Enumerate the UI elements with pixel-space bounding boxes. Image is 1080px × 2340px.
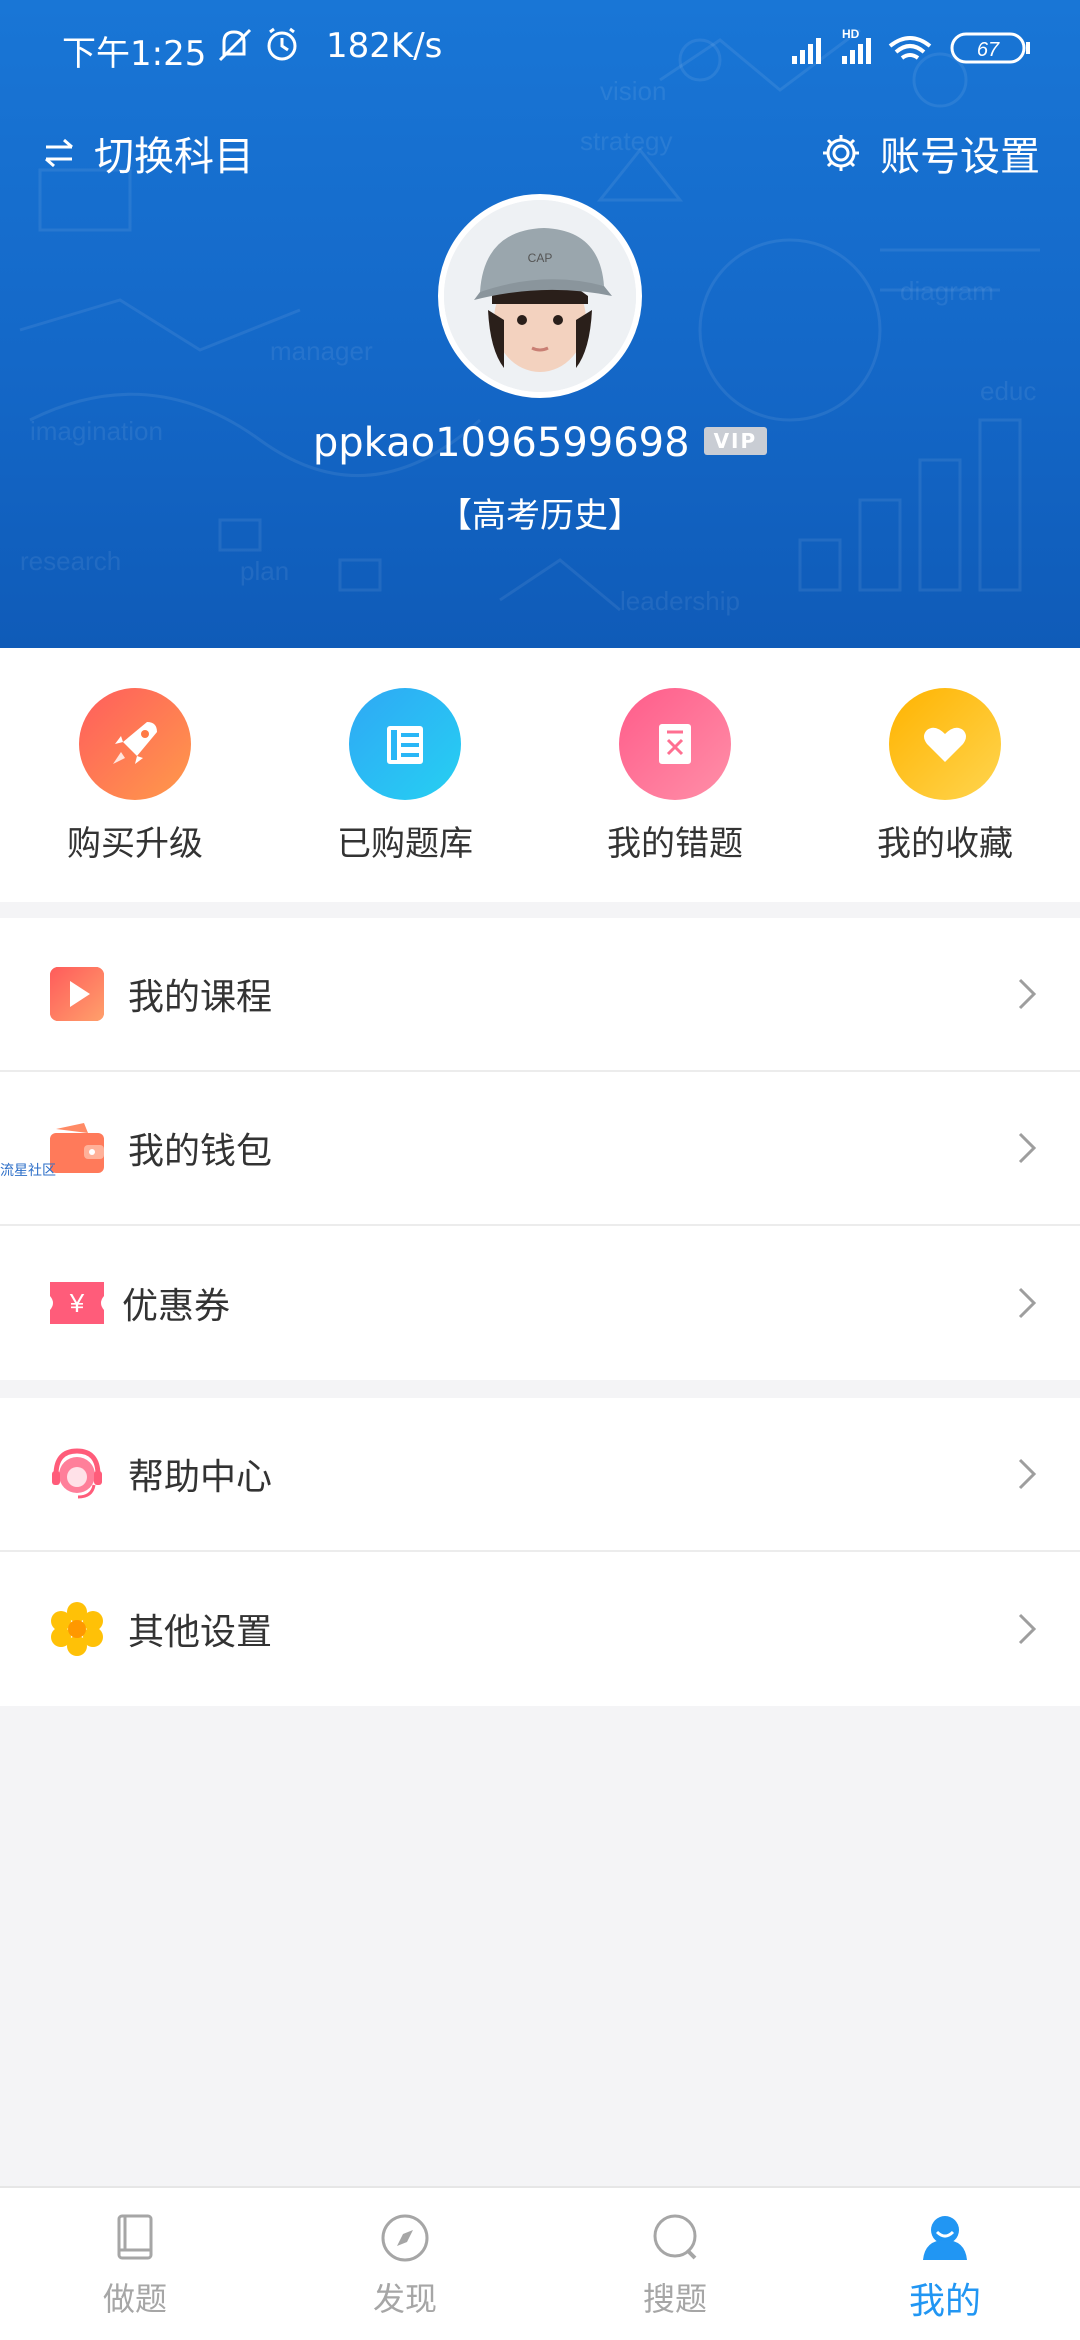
tab-mine[interactable]: 我的 bbox=[810, 2188, 1080, 2340]
menu-item-label: 其他设置 bbox=[128, 1612, 273, 1653]
profile-page: vision imagination manager diagram resea… bbox=[0, 0, 1080, 2340]
menu-item-label: 优惠券 bbox=[122, 1286, 231, 1327]
flower-settings-icon bbox=[51, 1602, 103, 1656]
play-icon bbox=[50, 967, 104, 1021]
chevron-right-icon bbox=[1018, 1613, 1037, 1645]
username-line: ppkao1096599698 VIP bbox=[0, 420, 1080, 466]
status-bar: 下午1:25 182K/s HD 67 bbox=[0, 0, 1080, 96]
avatar[interactable]: CAP bbox=[438, 194, 642, 398]
quick-actions: 购买升级 已购题库 我的错题 我的收藏 bbox=[0, 648, 1080, 902]
heart-icon bbox=[889, 688, 1001, 800]
menu-item-wallet[interactable]: 我的钱包 bbox=[0, 1072, 1080, 1226]
avatar-image: CAP bbox=[444, 200, 636, 392]
swap-arrows-icon bbox=[45, 138, 73, 168]
svg-text:diagram: diagram bbox=[900, 276, 994, 306]
status-icons-left bbox=[216, 26, 306, 75]
switch-subject-button[interactable]: 切换科目 bbox=[44, 118, 254, 188]
tab-search[interactable]: 搜题 bbox=[540, 2188, 810, 2340]
tab-discover[interactable]: 发现 bbox=[270, 2188, 540, 2340]
battery-level: 67 bbox=[977, 39, 1000, 61]
menu-item-coupon[interactable]: ¥ 优惠券 bbox=[0, 1226, 1080, 1380]
tab-label: 搜题 bbox=[642, 2280, 707, 2318]
quick-action-label: 我的收藏 bbox=[877, 824, 1013, 864]
book-list-icon bbox=[349, 688, 461, 800]
svg-text:manager: manager bbox=[270, 336, 373, 366]
menu-item-label: 帮助中心 bbox=[128, 1457, 273, 1498]
account-settings-button[interactable]: 账号设置 bbox=[820, 118, 1040, 188]
username: ppkao1096599698 bbox=[312, 420, 690, 466]
menu-item-my-courses[interactable]: 我的课程 bbox=[0, 918, 1080, 1072]
menu-group-support: 帮助中心 其他设置 bbox=[0, 1398, 1080, 1706]
svg-text:leadership: leadership bbox=[620, 586, 740, 616]
customer-service-icon bbox=[52, 1448, 102, 1499]
quick-action-favorites[interactable]: 我的收藏 bbox=[810, 688, 1080, 865]
status-network-speed: 182K/s bbox=[326, 26, 443, 66]
wallet-icon bbox=[50, 1123, 104, 1173]
rocket-icon bbox=[79, 688, 191, 800]
wrong-question-icon bbox=[619, 688, 731, 800]
quick-action-label: 已购题库 bbox=[337, 824, 473, 864]
vip-badge: VIP bbox=[703, 427, 768, 455]
svg-text:research: research bbox=[20, 546, 121, 576]
tab-practice[interactable]: 做题 bbox=[0, 2188, 270, 2340]
search-icon bbox=[653, 2214, 697, 2260]
svg-text:¥: ¥ bbox=[69, 1288, 85, 1318]
status-time: 下午1:25 bbox=[62, 34, 207, 74]
book-icon bbox=[117, 2214, 153, 2260]
chevron-right-icon bbox=[1018, 1458, 1037, 1490]
quick-action-purchased[interactable]: 已购题库 bbox=[270, 688, 540, 865]
mute-alarm-icons bbox=[218, 27, 297, 62]
svg-text:HD: HD bbox=[842, 28, 860, 41]
menu-item-label: 我的钱包 bbox=[128, 1131, 273, 1172]
svg-text:plan: plan bbox=[240, 556, 289, 586]
svg-text:educ: educ bbox=[980, 376, 1036, 406]
tab-label: 我的 bbox=[908, 2281, 981, 2322]
gear-icon bbox=[823, 135, 859, 171]
menu-item-label: 我的课程 bbox=[128, 977, 273, 1018]
tab-label: 做题 bbox=[102, 2280, 167, 2318]
watermark-text: 流星社区 bbox=[0, 1163, 56, 1179]
menu-group-account: 我的课程 我的钱包 ¥ 优惠券 bbox=[0, 918, 1080, 1380]
chevron-right-icon bbox=[1018, 978, 1037, 1010]
status-icons-right: HD 67 bbox=[790, 27, 1040, 68]
coupon-icon: ¥ bbox=[50, 1282, 104, 1324]
menu-item-help-center[interactable]: 帮助中心 bbox=[0, 1398, 1080, 1552]
compass-icon bbox=[381, 2214, 429, 2262]
svg-text:CAP: CAP bbox=[528, 251, 553, 265]
user-icon bbox=[923, 2216, 967, 2260]
switch-subject-label: 切换科目 bbox=[94, 134, 254, 180]
quick-action-label: 购买升级 bbox=[67, 824, 203, 864]
account-settings-label: 账号设置 bbox=[880, 134, 1040, 180]
profile-header: vision imagination manager diagram resea… bbox=[0, 0, 1080, 648]
chevron-right-icon bbox=[1018, 1132, 1037, 1164]
quick-action-label: 我的错题 bbox=[607, 824, 743, 864]
chevron-right-icon bbox=[1018, 1287, 1037, 1319]
menu-item-other-settings[interactable]: 其他设置 bbox=[0, 1552, 1080, 1706]
tab-label: 发现 bbox=[372, 2280, 437, 2318]
quick-action-mistakes[interactable]: 我的错题 bbox=[540, 688, 810, 865]
quick-action-upgrade[interactable]: 购买升级 bbox=[0, 688, 270, 865]
bottom-navigation: 做题 发现 搜题 我的 bbox=[0, 2186, 1080, 2340]
top-bar: 切换科目 账号设置 bbox=[0, 118, 1080, 188]
current-subject: 【高考历史】 bbox=[438, 496, 642, 536]
